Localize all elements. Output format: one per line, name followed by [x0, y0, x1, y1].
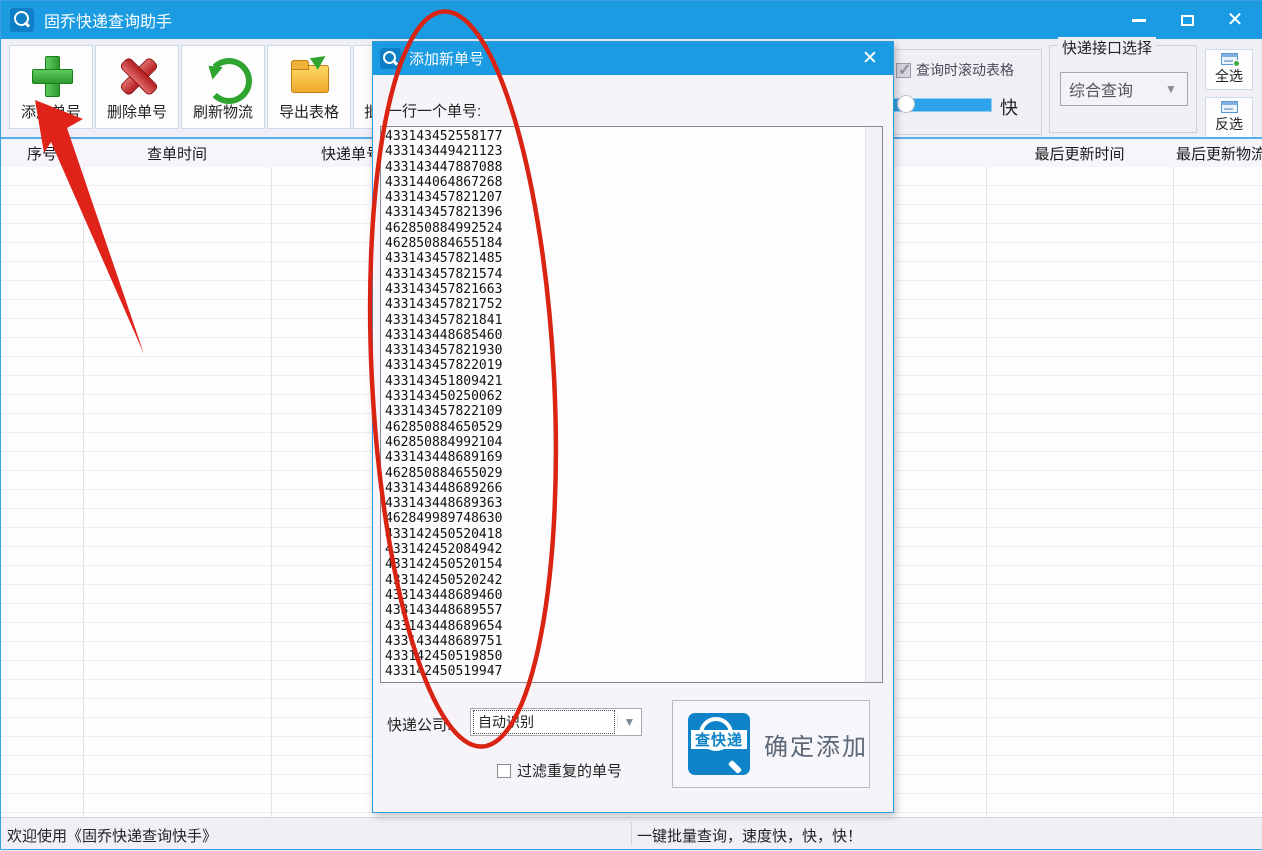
api-group-title: 快递接口选择 [1058, 37, 1157, 58]
header-last-update-logistics[interactable]: 最后更新物流 [1176, 143, 1262, 164]
company-label: 快递公司: [387, 717, 452, 734]
export-table-label: 导出表格 [278, 104, 339, 121]
export-folder-icon [287, 46, 336, 97]
dialog-logo-icon [380, 48, 401, 69]
dialog-close-button[interactable]: ✕ [853, 42, 887, 75]
invert-select-icon [1220, 101, 1238, 113]
checkbox-checked-icon [896, 60, 911, 80]
logo-text: 查快递 [694, 732, 743, 749]
status-welcome-text: 欢迎使用《固乔快递查询快手》 [7, 828, 218, 845]
dialog-title: 添加新单号 [409, 51, 485, 68]
add-plus-icon [29, 53, 73, 97]
chevron-down-icon: ▼ [617, 715, 641, 729]
api-select-group: 快递接口选择 综合查询 ▼ [1049, 37, 1197, 133]
chevron-down-icon: ▼ [1165, 82, 1177, 96]
invert-select-label: 反选 [1215, 116, 1243, 132]
textarea-scrollbar[interactable] [865, 127, 882, 682]
api-select-dropdown[interactable]: 综合查询 ▼ [1060, 72, 1188, 106]
company-selected-value: 自动识别 [473, 710, 615, 734]
close-button[interactable]: ✕ [1215, 5, 1255, 35]
tracking-numbers-box [380, 126, 883, 683]
confirm-add-label: 确定添加 [764, 733, 868, 761]
export-table-button[interactable]: 导出表格 [267, 45, 351, 129]
scroll-table-checkbox[interactable]: 查询时滚动表格 [896, 60, 1014, 80]
refresh-logistics-button[interactable]: 刷新物流 [181, 45, 265, 129]
add-number-button[interactable]: 添加单号 [9, 45, 93, 129]
status-divider [631, 822, 632, 845]
speed-label: 快 [1000, 98, 1018, 118]
refresh-icon [201, 53, 252, 104]
checkbox-unchecked-icon [497, 763, 511, 778]
delete-number-label: 删除单号 [106, 104, 167, 121]
titlebar: 固乔快递查询助手 ✕ [1, 1, 1262, 39]
filter-duplicates-label: 过滤重复的单号 [517, 763, 623, 780]
status-slogan-text: 一键批量查询，速度快，快，快！ [637, 828, 863, 845]
query-options-group: 查询时滚动表格 快 [887, 49, 1042, 135]
confirm-add-button[interactable]: 查快递 确定添加 [672, 700, 870, 788]
status-bar: 欢迎使用《固乔快递查询快手》 一键批量查询，速度快，快，快！ [1, 817, 1262, 849]
window-title: 固乔快递查询助手 [44, 14, 173, 31]
select-all-button[interactable]: 全选 [1205, 49, 1253, 90]
one-per-line-label: 一行一个单号: [387, 103, 482, 120]
minimize-button[interactable] [1119, 5, 1159, 35]
header-last-update-time[interactable]: 最后更新时间 [986, 143, 1173, 164]
delete-number-button[interactable]: 删除单号 [95, 45, 179, 129]
speed-slider-thumb[interactable] [897, 95, 915, 113]
header-query-time[interactable]: 查单时间 [83, 143, 271, 164]
api-selected-value: 综合查询 [1069, 83, 1134, 100]
add-number-dialog: 添加新单号 ✕ 一行一个单号: 快递公司: 自动识别 ▼ 过滤重复的单号 查快递… [372, 41, 894, 813]
app-logo-icon [10, 8, 34, 32]
select-all-label: 全选 [1215, 68, 1243, 84]
header-index[interactable]: 序号 [1, 143, 83, 164]
tracking-numbers-input[interactable] [381, 127, 865, 682]
maximize-button[interactable] [1167, 5, 1207, 35]
chakuaidi-logo-icon: 查快递 [688, 713, 750, 775]
refresh-logistics-label: 刷新物流 [192, 104, 253, 121]
delete-x-icon [115, 53, 159, 97]
company-dropdown[interactable]: 自动识别 ▼ [470, 708, 642, 736]
minimize-icon [1132, 18, 1146, 22]
add-number-label: 添加单号 [20, 104, 81, 121]
scroll-table-label: 查询时滚动表格 [916, 62, 1014, 78]
invert-select-button[interactable]: 反选 [1205, 97, 1253, 138]
maximize-icon [1180, 14, 1194, 26]
filter-duplicates-checkbox[interactable]: 过滤重复的单号 [497, 760, 622, 781]
select-all-icon [1220, 53, 1240, 67]
dialog-titlebar: 添加新单号 ✕ [373, 42, 893, 75]
